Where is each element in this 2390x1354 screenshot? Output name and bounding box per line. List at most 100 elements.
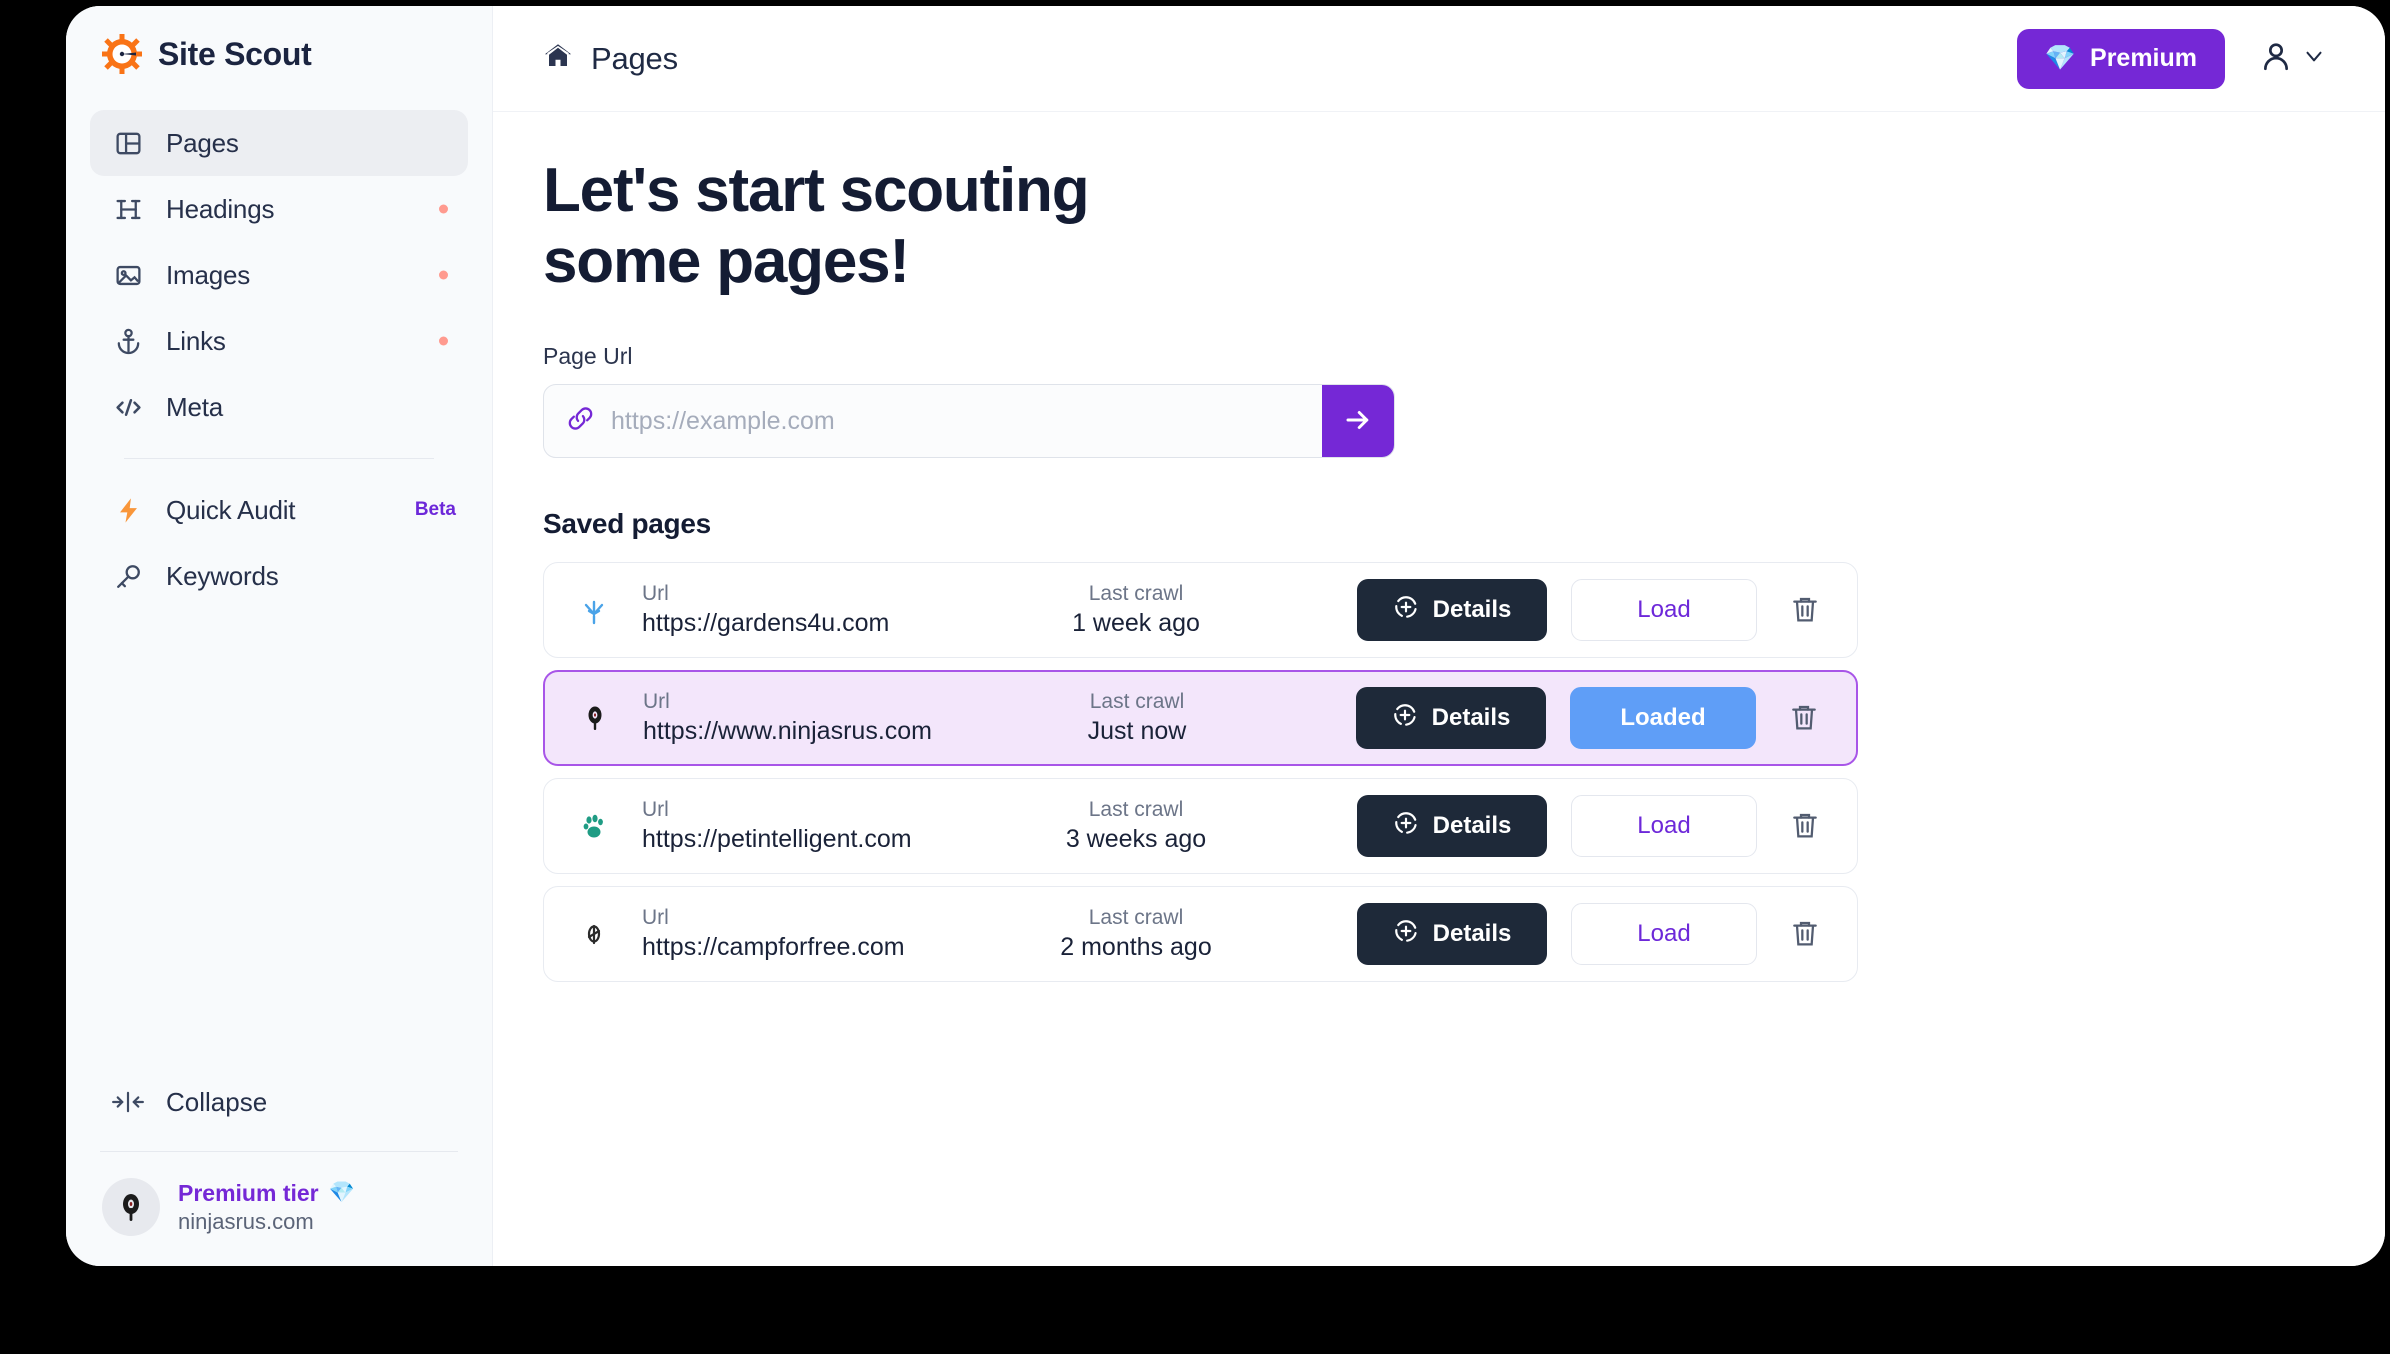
table-row[interactable]: Url https://www.ninjasrus.com Last crawl… — [543, 670, 1858, 767]
main-content: Pages 💎 Premium Let's start scouting som… — [493, 6, 2385, 1266]
row-actions: Details Loaded — [1356, 687, 1828, 750]
load-button[interactable]: Load — [1571, 579, 1757, 642]
hero-line-2: some pages! — [543, 226, 910, 296]
user-menu[interactable] — [2259, 39, 2327, 78]
sidebar-divider — [124, 458, 434, 459]
row-actions: Details Load — [1357, 903, 1829, 966]
heading-h-icon — [112, 193, 144, 225]
diamond-icon: 💎 — [328, 1181, 355, 1204]
row-url-cell: Url https://campforfree.com — [616, 906, 1016, 962]
collapse-arrows-icon — [112, 1086, 144, 1118]
sidebar-item-meta[interactable]: Meta — [90, 374, 468, 440]
url-input[interactable] — [611, 406, 1300, 436]
sidebar: Site Scout Pages Headings Images Links M… — [66, 6, 493, 1266]
sprout-icon — [572, 594, 616, 626]
target-plus-icon — [1392, 702, 1418, 735]
chevron-down-icon — [2301, 43, 2327, 74]
collapse-sidebar-button[interactable]: Collapse — [66, 1067, 492, 1137]
sidebar-item-images[interactable]: Images — [90, 242, 468, 308]
details-button[interactable]: Details — [1357, 903, 1547, 966]
sidebar-item-links[interactable]: Links — [90, 308, 468, 374]
crawl-column-label: Last crawl — [1088, 906, 1184, 930]
saved-pages-list: Url https://gardens4u.com Last crawl 1 w… — [543, 562, 2335, 983]
table-row[interactable]: Url https://gardens4u.com Last crawl 1 w… — [543, 562, 1858, 659]
row-crawl-cell: Last crawl 3 weeks ago — [1016, 798, 1256, 854]
delete-button[interactable] — [1781, 910, 1829, 958]
target-plus-icon — [1393, 810, 1419, 843]
sidebar-item-headings[interactable]: Headings — [90, 176, 468, 242]
delete-button[interactable] — [1781, 802, 1829, 850]
url-input-row — [543, 384, 1395, 459]
trash-icon — [1789, 809, 1821, 844]
row-crawl-cell: Last crawl Just now — [1017, 690, 1257, 746]
beta-badge: Beta — [414, 499, 456, 520]
arrow-right-icon — [1343, 405, 1373, 438]
details-button-label: Details — [1432, 812, 1512, 840]
sidebar-item-label: Meta — [166, 391, 224, 422]
layout-panel-icon — [112, 127, 144, 159]
details-button[interactable]: Details — [1357, 579, 1547, 642]
account-panel[interactable]: Premium tier 💎 ninjasrus.com — [66, 1152, 492, 1266]
url-column-label: Url — [642, 906, 669, 930]
page-body: Let's start scouting some pages! Page Ur… — [493, 112, 2385, 1266]
trash-icon — [1789, 917, 1821, 952]
brand-name: Site Scout — [158, 35, 312, 72]
notification-dot — [439, 336, 448, 346]
sidebar-item-label: Quick Audit — [166, 494, 296, 525]
breadcrumb: Pages — [543, 41, 678, 77]
url-column-label: Url — [642, 798, 669, 822]
topbar: Pages 💎 Premium — [493, 6, 2385, 112]
app-window: Site Scout Pages Headings Images Links M… — [66, 6, 2385, 1266]
hero-line-1: Let's start scouting — [543, 156, 1090, 225]
url-column-label: Url — [642, 582, 669, 606]
sidebar-item-pages[interactable]: Pages — [90, 110, 468, 176]
delete-button[interactable] — [1780, 694, 1828, 742]
sidebar-item-label: Headings — [166, 193, 275, 224]
details-button[interactable]: Details — [1357, 795, 1547, 858]
sidebar-item-label: Keywords — [166, 560, 279, 591]
details-button-label: Details — [1432, 920, 1512, 948]
brand-logo[interactable]: Site Scout — [66, 6, 492, 102]
user-icon — [2259, 39, 2293, 78]
delete-button[interactable] — [1781, 586, 1829, 634]
load-button[interactable]: Loaded — [1570, 687, 1756, 750]
sidebar-item-quick-audit[interactable]: Quick Audit Beta — [90, 477, 468, 543]
row-url-value: https://campforfree.com — [642, 933, 905, 962]
row-crawl-cell: Last crawl 2 months ago — [1016, 906, 1256, 962]
sidebar-item-keywords[interactable]: Keywords — [90, 543, 468, 609]
row-actions: Details Load — [1357, 579, 1829, 642]
sidebar-item-label: Pages — [166, 127, 239, 158]
link-chain-icon — [566, 404, 595, 438]
table-row[interactable]: Url https://petintelligent.com Last craw… — [543, 778, 1858, 875]
url-submit-button[interactable] — [1322, 385, 1394, 458]
trash-icon — [1788, 701, 1820, 736]
row-crawl-value: 2 months ago — [1060, 933, 1212, 962]
sidebar-item-label: Images — [166, 259, 251, 290]
key-icon — [112, 560, 144, 592]
code-brackets-icon — [112, 391, 144, 423]
load-button[interactable]: Load — [1571, 903, 1757, 966]
premium-button[interactable]: 💎 Premium — [2016, 28, 2225, 89]
anchor-icon — [112, 325, 144, 357]
account-tier: Premium tier — [178, 1179, 319, 1206]
collapse-label: Collapse — [166, 1086, 268, 1117]
url-field-label: Page Url — [543, 343, 633, 370]
url-input-wrapper — [544, 385, 1322, 457]
account-tier-line: Premium tier 💎 — [178, 1180, 355, 1207]
url-column-label: Url — [643, 690, 670, 714]
details-button-label: Details — [1432, 596, 1512, 624]
target-plus-icon — [1393, 594, 1419, 627]
row-url-cell: Url https://petintelligent.com — [616, 798, 1016, 854]
tent-icon — [572, 918, 616, 950]
saved-pages-title: Saved pages — [543, 508, 711, 540]
account-text: Premium tier 💎 ninjasrus.com — [178, 1180, 355, 1235]
image-icon — [112, 259, 144, 291]
details-button[interactable]: Details — [1356, 687, 1546, 750]
paw-icon — [572, 810, 616, 842]
load-button[interactable]: Load — [1571, 795, 1757, 858]
row-url-value: https://petintelligent.com — [642, 825, 912, 854]
table-row[interactable]: Url https://campforfree.com Last crawl 2… — [543, 886, 1858, 983]
account-domain: ninjasrus.com — [178, 1208, 314, 1234]
trash-icon — [1789, 593, 1821, 628]
sidebar-nav: Pages Headings Images Links Meta Quick A… — [66, 102, 492, 609]
